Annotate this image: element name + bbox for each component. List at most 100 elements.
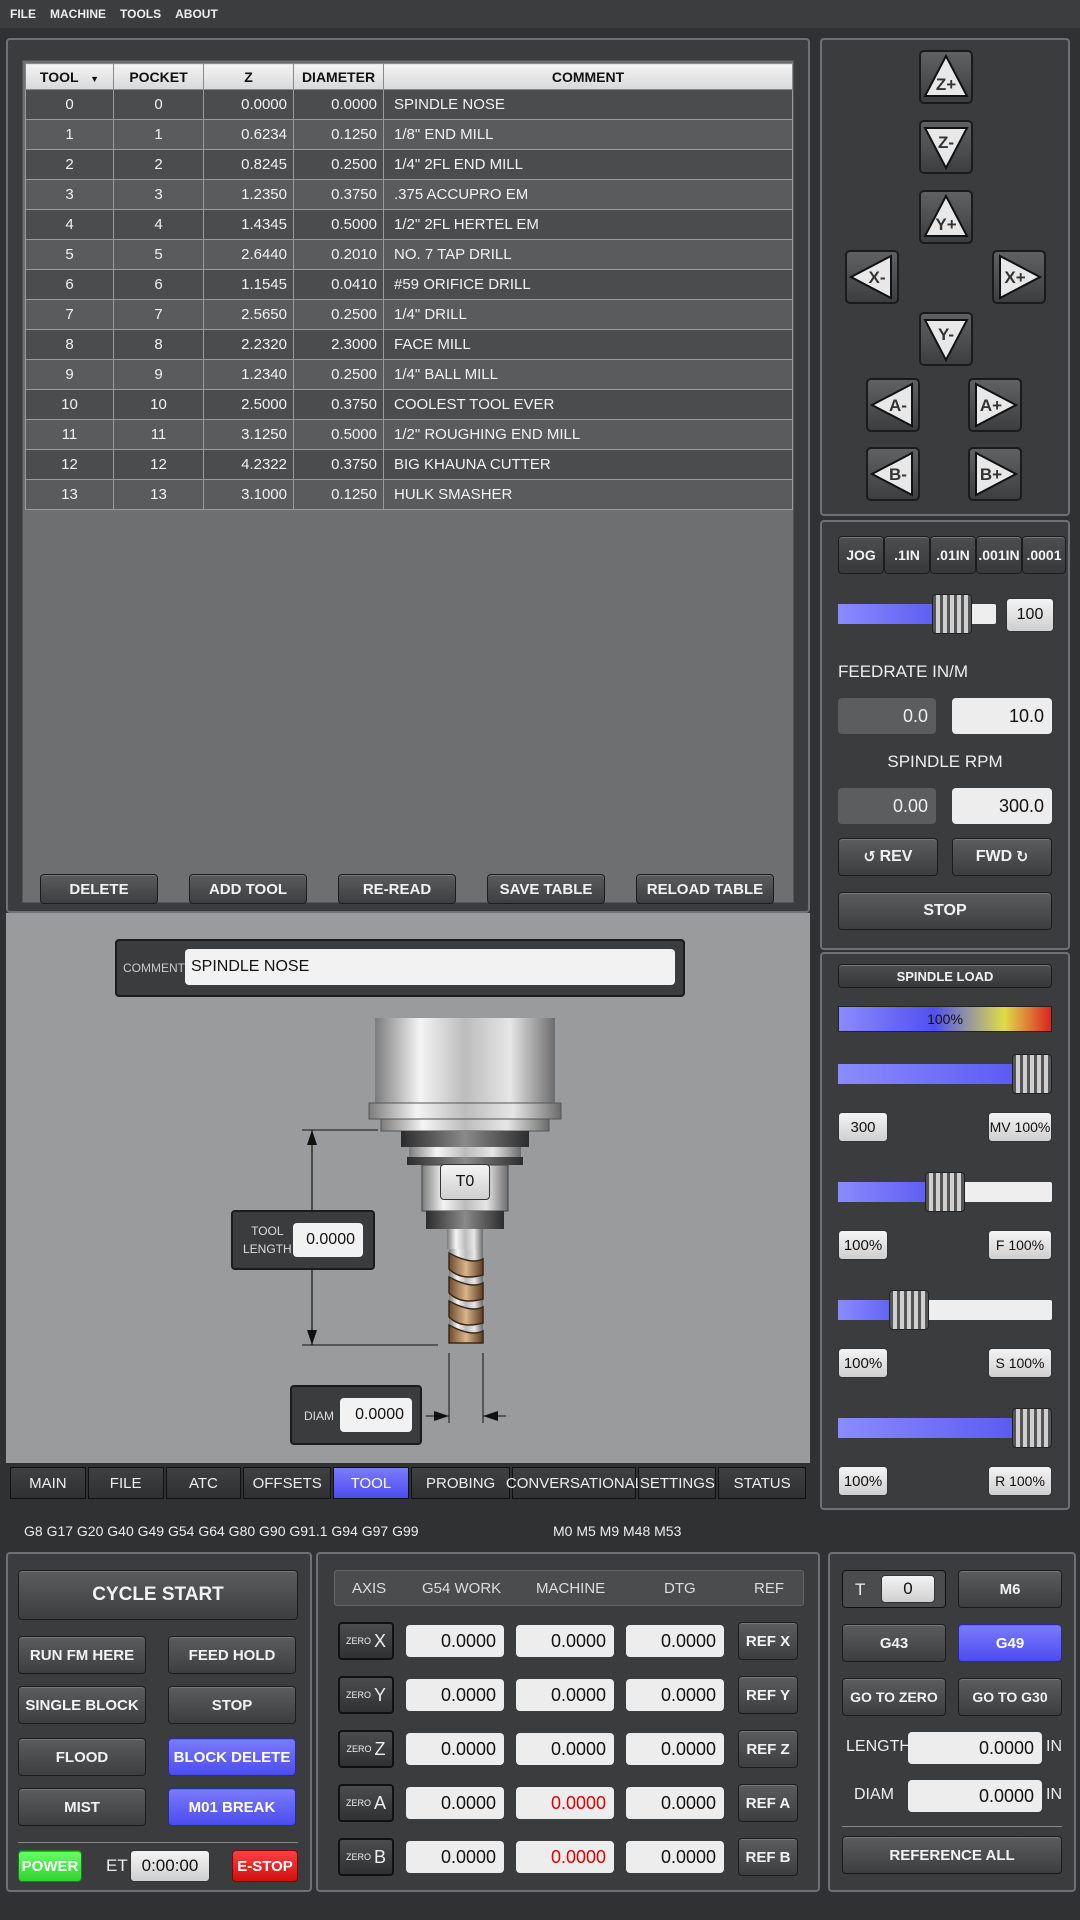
cell-z[interactable]: 1.2350 [203,179,294,210]
tab-tool[interactable]: TOOL [333,1467,409,1499]
jog-x-plus-button[interactable]: X+ [992,250,1046,304]
cell-pocket[interactable]: 4 [113,209,204,240]
cell-comment[interactable]: 1/2" ROUGHING END MILL [383,419,793,450]
increment-0-1-button[interactable]: .1IN [884,536,930,574]
jog-b-minus-button[interactable]: B- [866,447,920,501]
zero-b-button[interactable]: ZERO B [338,1838,394,1876]
m6-button[interactable]: M6 [958,1570,1062,1608]
zero-x-button[interactable]: ZERO X [338,1622,394,1660]
header-pocket[interactable]: POCKET [113,63,204,90]
table-row[interactable]: 12 12 4.2322 0.3750 BIG KHAUNA CUTTER [25,449,793,480]
jog-speed-value[interactable]: 100 [1006,598,1054,632]
cell-z[interactable]: 0.8245 [203,149,294,180]
cell-pocket[interactable]: 9 [113,359,204,390]
cell-tool[interactable]: 9 [25,359,114,390]
reload-table-button[interactable]: RELOAD TABLE [636,874,774,904]
ref-x-button[interactable]: REF X [738,1622,798,1660]
spindle-override-knob[interactable] [888,1290,929,1330]
feed-override-value[interactable]: 100% [838,1230,888,1260]
table-row[interactable]: 11 11 3.1250 0.5000 1/2" ROUGHING END MILL [25,419,793,450]
cell-tool[interactable]: 11 [25,419,114,450]
reread-button[interactable]: RE-READ [338,874,456,904]
feed-override-reset-button[interactable]: F 100% [988,1230,1052,1260]
cell-diameter[interactable]: 0.3750 [293,449,384,480]
cell-z[interactable]: 2.2320 [203,329,294,360]
cell-pocket[interactable]: 8 [113,329,204,360]
increment-0-01-button[interactable]: .01IN [930,536,976,574]
cell-pocket[interactable]: 7 [113,299,204,330]
tab-atc[interactable]: ATC [165,1467,242,1499]
cell-z[interactable]: 4.2322 [203,449,294,480]
cell-tool[interactable]: 6 [25,269,114,300]
cell-pocket[interactable]: 2 [113,149,204,180]
cell-diameter[interactable]: 0.1250 [293,479,384,510]
tab-main[interactable]: MAIN [10,1467,86,1499]
increment-0-001-button[interactable]: .001IN [976,536,1022,574]
jog-a-plus-button[interactable]: A+ [968,378,1022,432]
cell-tool[interactable]: 7 [25,299,114,330]
rapid-override-value[interactable]: 100% [838,1466,888,1496]
jog-speed-slider-knob[interactable] [931,594,972,634]
reference-all-button[interactable]: REFERENCE ALL [842,1836,1062,1874]
ref-b-button[interactable]: REF B [738,1838,798,1876]
cell-comment[interactable]: .375 ACCUPRO EM [383,179,793,210]
jog-speed-slider[interactable] [838,594,996,634]
cell-z[interactable]: 3.1000 [203,479,294,510]
cell-diameter[interactable]: 0.2500 [293,359,384,390]
table-row[interactable]: 2 2 0.8245 0.2500 1/4" 2FL END MILL [25,149,793,180]
max-velocity-override-value[interactable]: 300 [838,1112,888,1142]
g49-button[interactable]: G49 [958,1624,1062,1662]
cell-comment[interactable]: 1/4" DRILL [383,299,793,330]
cell-comment[interactable]: BIG KHAUNA CUTTER [383,449,793,480]
run-from-here-button[interactable]: RUN FM HERE [18,1636,146,1674]
cell-tool[interactable]: 10 [25,389,114,420]
ref-y-button[interactable]: REF Y [738,1676,798,1714]
spindle-override-slider[interactable] [838,1290,1052,1330]
cell-pocket[interactable]: 13 [113,479,204,510]
y-work-value[interactable]: 0.0000 [406,1679,504,1711]
single-block-button[interactable]: SINGLE BLOCK [18,1686,146,1724]
table-row[interactable]: 10 10 2.5000 0.3750 COOLEST TOOL EVER [25,389,793,420]
block-delete-button[interactable]: BLOCK DELETE [168,1738,296,1776]
jog-z-minus-button[interactable]: Z- [919,120,973,174]
ref-z-button[interactable]: REF Z [738,1730,798,1768]
cell-z[interactable]: 1.2340 [203,359,294,390]
b-work-value[interactable]: 0.0000 [406,1841,504,1873]
cell-diameter[interactable]: 0.0000 [293,89,384,120]
cell-comment[interactable]: NO. 7 TAP DRILL [383,239,793,270]
cell-diameter[interactable]: 0.2500 [293,299,384,330]
flood-button[interactable]: FLOOD [18,1738,146,1776]
x-work-value[interactable]: 0.0000 [406,1625,504,1657]
cell-diameter[interactable]: 2.3000 [293,329,384,360]
zero-y-button[interactable]: ZERO Y [338,1676,394,1714]
cell-tool[interactable]: 1 [25,119,114,150]
cycle-start-button[interactable]: CYCLE START [18,1570,298,1620]
cell-diameter[interactable]: 0.2500 [293,149,384,180]
max-velocity-override-slider[interactable] [838,1054,1052,1094]
cell-z[interactable]: 2.5650 [203,299,294,330]
menu-about[interactable]: ABOUT [175,7,218,21]
tool-length-field[interactable]: 0.0000 [293,1223,363,1257]
header-comment[interactable]: COMMENT [383,63,793,90]
rapid-override-knob[interactable] [1012,1408,1052,1448]
zero-a-button[interactable]: ZERO A [338,1784,394,1822]
table-row[interactable]: 5 5 2.6440 0.2010 NO. 7 TAP DRILL [25,239,793,270]
cell-comment[interactable]: #59 ORIFICE DRILL [383,269,793,300]
table-row[interactable]: 8 8 2.2320 2.3000 FACE MILL [25,329,793,360]
cell-pocket[interactable]: 6 [113,269,204,300]
m01-break-button[interactable]: M01 BREAK [168,1788,296,1826]
cell-tool[interactable]: 2 [25,149,114,180]
tab-offsets[interactable]: OFFSETS [243,1467,332,1499]
cell-diameter[interactable]: 0.0410 [293,269,384,300]
cell-comment[interactable]: HULK SMASHER [383,479,793,510]
max-velocity-override-knob[interactable] [1012,1054,1052,1094]
cell-tool[interactable]: 12 [25,449,114,480]
cell-diameter[interactable]: 0.3750 [293,389,384,420]
cell-comment[interactable]: 1/2" 2FL HERTEL EM [383,209,793,240]
cell-z[interactable]: 1.4345 [203,209,294,240]
zero-z-button[interactable]: ZERO Z [338,1730,394,1768]
table-row[interactable]: 1 1 0.6234 0.1250 1/8" END MILL [25,119,793,150]
cell-comment[interactable]: FACE MILL [383,329,793,360]
cell-tool[interactable]: 5 [25,239,114,270]
tab-file[interactable]: FILE [87,1467,164,1499]
